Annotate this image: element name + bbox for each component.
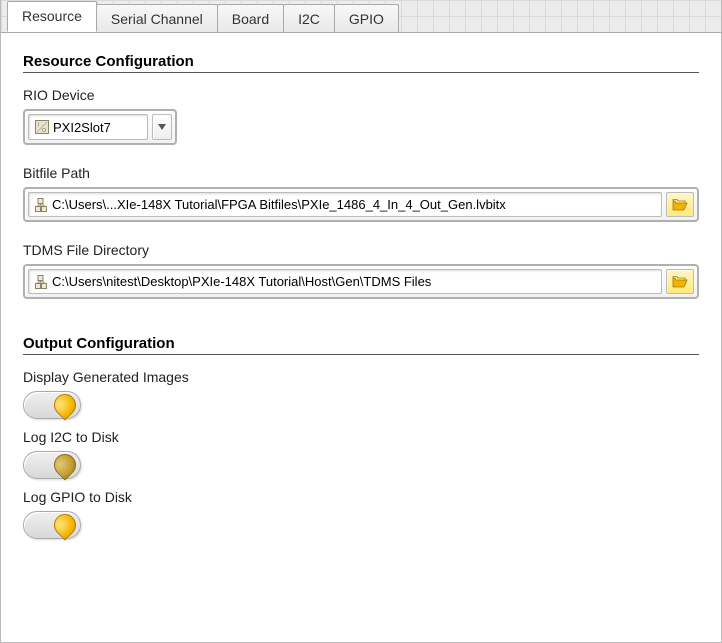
section-divider (23, 354, 699, 355)
section-title-resource: Resource Configuration (23, 53, 699, 70)
tab-label: I2C (298, 11, 320, 27)
log-gpio-label: Log GPIO to Disk (23, 489, 699, 505)
bitfile-path-label: Bitfile Path (23, 165, 699, 181)
tab-panel-resource: Resource Configuration RIO Device I O PX… (1, 32, 721, 642)
bitfile-path-input[interactable]: C:\Users\...XIe-148X Tutorial\FPGA Bitfi… (28, 192, 662, 217)
tab-board[interactable]: Board (217, 4, 284, 33)
display-generated-label: Display Generated Images (23, 369, 699, 385)
toggle-knob-icon (49, 449, 80, 480)
toggle-knob-icon (49, 509, 80, 540)
tdms-dir-input[interactable]: C:\Users\nitest\Desktop\PXIe-148X Tutori… (28, 269, 662, 294)
tdms-dir-label: TDMS File Directory (23, 242, 699, 258)
folder-open-icon (672, 275, 688, 288)
bitfile-browse-button[interactable] (666, 192, 694, 217)
log-gpio-toggle[interactable] (23, 511, 81, 539)
rio-device-dropdown-button[interactable] (152, 114, 172, 140)
svg-text:O: O (42, 128, 46, 134)
bitfile-path-control: C:\Users\...XIe-148X Tutorial\FPGA Bitfi… (23, 187, 699, 222)
bitfile-path-value: C:\Users\...XIe-148X Tutorial\FPGA Bitfi… (52, 197, 506, 212)
config-window: Resource Serial Channel Board I2C GPIO R… (0, 0, 722, 643)
tdms-browse-button[interactable] (666, 269, 694, 294)
io-resource-icon: I O (35, 120, 49, 134)
rio-device-control: I O PXI2Slot7 (23, 109, 177, 145)
tab-resource[interactable]: Resource (7, 1, 97, 32)
svg-text:I: I (38, 123, 39, 129)
tab-gpio[interactable]: GPIO (334, 4, 399, 33)
tdms-dir-control: C:\Users\nitest\Desktop\PXIe-148X Tutori… (23, 264, 699, 299)
tab-bar: Resource Serial Channel Board I2C GPIO (1, 0, 721, 32)
path-icon (35, 275, 47, 289)
rio-device-input[interactable]: I O PXI2Slot7 (28, 114, 148, 140)
section-divider (23, 72, 699, 73)
tab-serial-channel[interactable]: Serial Channel (96, 4, 218, 33)
display-generated-toggle[interactable] (23, 391, 81, 419)
rio-device-label: RIO Device (23, 87, 699, 103)
tdms-dir-value: C:\Users\nitest\Desktop\PXIe-148X Tutori… (52, 274, 431, 289)
tab-label: GPIO (349, 11, 384, 27)
log-i2c-toggle[interactable] (23, 451, 81, 479)
section-title-output: Output Configuration (23, 335, 699, 352)
toggle-knob-icon (49, 389, 80, 420)
rio-device-value: PXI2Slot7 (53, 120, 141, 135)
tab-label: Board (232, 11, 269, 27)
log-i2c-label: Log I2C to Disk (23, 429, 699, 445)
folder-open-icon (672, 198, 688, 211)
tab-label: Resource (22, 8, 82, 24)
path-icon (35, 198, 47, 212)
tab-i2c[interactable]: I2C (283, 4, 335, 33)
chevron-down-icon (158, 124, 166, 130)
tab-label: Serial Channel (111, 11, 203, 27)
